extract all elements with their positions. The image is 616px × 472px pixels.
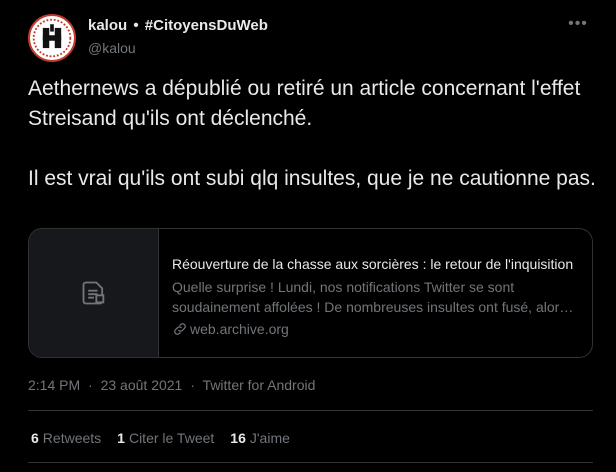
author-name-line[interactable]: kalou • #CitoyensDuWeb (88, 17, 268, 35)
author-info: kalou • #CitoyensDuWeb @kalou (88, 17, 268, 57)
author-handle[interactable]: @kalou (88, 39, 268, 57)
quotes-label: Citer le Tweet (128, 430, 215, 446)
document-icon (82, 281, 104, 305)
tweet-source[interactable]: Twitter for Android (203, 377, 316, 393)
likes-stat[interactable]: 16 J'aime (230, 430, 290, 446)
card-title: Réouverture de la chasse aux sorcières :… (172, 256, 574, 272)
card-body: Réouverture de la chasse aux sorcières :… (159, 229, 592, 357)
card-domain-text: web.archive.org (190, 321, 289, 337)
avatar[interactable] (28, 14, 76, 62)
author-name[interactable]: kalou (88, 17, 127, 34)
avatar-logo (32, 18, 72, 58)
likes-label: J'aime (249, 430, 290, 446)
more-horizontal-icon: ••• (568, 15, 588, 32)
retweets-count: 6 (31, 430, 39, 446)
link-icon (174, 323, 186, 335)
divider-bottom (28, 462, 593, 463)
author-hashtag: #CitoyensDuWeb (144, 17, 268, 34)
tweet-paragraph-1: Aethernews a dépublié ou retiré un artic… (28, 77, 581, 130)
meta-separator: · (88, 377, 93, 393)
retweets-stat[interactable]: 6 Retweets (31, 430, 101, 446)
tweet-paragraph-2: Il est vrai qu'ils ont subi qlq insultes… (28, 167, 596, 190)
tweet-meta: 2:14 PM · 23 août 2021 · Twitter for And… (28, 377, 315, 393)
tweet-date[interactable]: 23 août 2021 (101, 377, 183, 393)
tweet: kalou • #CitoyensDuWeb @kalou ••• Aether… (0, 0, 616, 472)
card-description: Quelle surprise ! Lundi, nos notificatio… (172, 279, 567, 315)
tweet-text: Aethernews a dépublié ou retiré un artic… (28, 74, 598, 194)
more-options-button[interactable]: ••• (566, 14, 590, 34)
card-thumbnail (29, 229, 159, 357)
tweet-stats: 6 Retweets 1 Citer le Tweet 16 J'aime (31, 430, 290, 446)
quotes-count: 1 (117, 430, 125, 446)
tweet-time[interactable]: 2:14 PM (28, 377, 80, 393)
retweets-label: Retweets (42, 430, 102, 446)
divider (28, 410, 593, 411)
card-domain: web.archive.org (172, 320, 580, 338)
link-preview-card[interactable]: Réouverture de la chasse aux sorcières :… (28, 228, 593, 358)
meta-separator-2: · (190, 377, 195, 393)
quotes-stat[interactable]: 1 Citer le Tweet (117, 430, 214, 446)
likes-count: 16 (230, 430, 246, 446)
author-separator: • (133, 17, 139, 34)
